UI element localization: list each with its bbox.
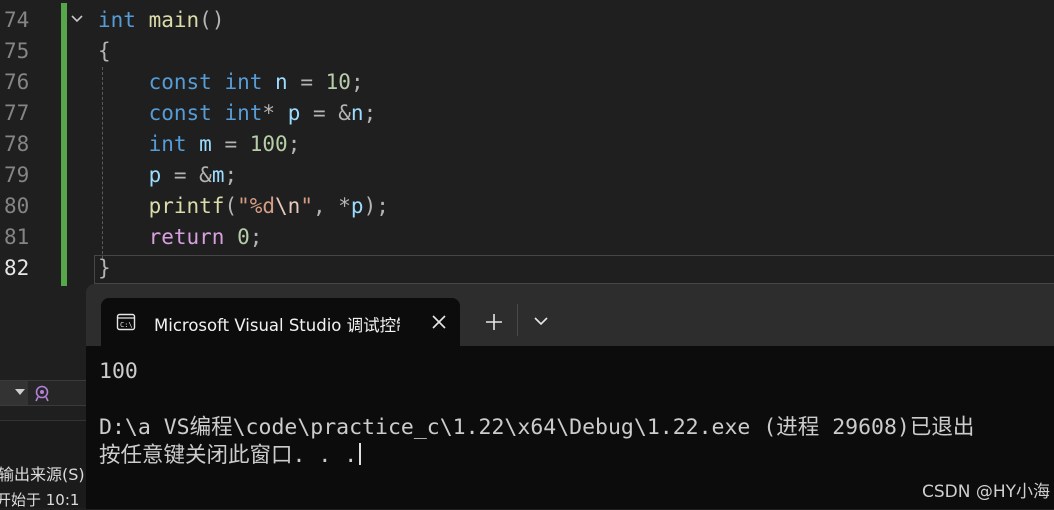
code-token: const bbox=[148, 101, 212, 125]
code-token: int bbox=[224, 70, 263, 94]
collapse-chevron-icon[interactable] bbox=[70, 12, 84, 26]
code-token: ; bbox=[249, 225, 263, 249]
code-editor[interactable]: 74 75 76 77 78 79 80 81 82 int main() { const int… bbox=[0, 0, 1054, 290]
current-line-highlight bbox=[94, 255, 1054, 284]
code-token: 100 bbox=[249, 132, 288, 156]
line-number: 78 bbox=[4, 132, 30, 156]
code-line: const int* p = &n; bbox=[98, 98, 377, 129]
code-token: m bbox=[211, 163, 225, 187]
code-line: const int n = 10; bbox=[98, 67, 364, 98]
output-source-label: 输出来源(S): bbox=[0, 465, 91, 484]
code-token: n bbox=[350, 101, 364, 125]
code-token: p bbox=[350, 194, 364, 218]
code-token: " bbox=[300, 194, 313, 218]
code-token: ; bbox=[363, 101, 377, 125]
code-token: ( bbox=[224, 194, 238, 218]
tab-separator bbox=[517, 304, 518, 336]
text-cursor bbox=[359, 443, 362, 465]
code-token: p bbox=[287, 101, 301, 125]
code-token: ; bbox=[350, 70, 364, 94]
code-token: printf bbox=[148, 194, 225, 218]
code-token: int bbox=[148, 132, 187, 156]
new-tab-plus-icon[interactable] bbox=[480, 308, 508, 336]
code-token: } bbox=[98, 256, 111, 280]
code-line: printf("%d\n", *p); bbox=[98, 191, 389, 222]
program-output: 100 bbox=[99, 359, 138, 384]
code-token: int bbox=[224, 101, 263, 125]
code-token: p bbox=[148, 163, 162, 187]
line-number: 76 bbox=[4, 70, 30, 94]
code-token: n bbox=[275, 70, 288, 94]
terminal-icon: C:\ bbox=[116, 312, 136, 332]
code-line: int main() bbox=[98, 5, 224, 36]
debug-console-window[interactable]: C:\ Microsoft Visual Studio 调试控制台 100 D:… bbox=[86, 284, 1054, 509]
code-token: = bbox=[211, 132, 250, 156]
output-content: 输出来源(S): 开始于 10:1 bbox=[0, 420, 91, 509]
code-token: ; bbox=[224, 163, 238, 187]
find-message-icon[interactable] bbox=[34, 384, 52, 402]
code-token: 10 bbox=[325, 70, 351, 94]
code-token: , * bbox=[312, 194, 351, 218]
line-number: 74 bbox=[4, 8, 30, 32]
code-token: () bbox=[199, 8, 225, 32]
code-token: const bbox=[148, 70, 212, 94]
svg-text:C:\: C:\ bbox=[120, 321, 133, 329]
terminal-tab-bar: C:\ Microsoft Visual Studio 调试控制台 bbox=[86, 284, 1054, 346]
code-token: \n bbox=[275, 194, 301, 218]
line-number: 75 bbox=[4, 39, 30, 63]
code-token: int bbox=[98, 8, 136, 32]
code-token: ); bbox=[363, 194, 389, 218]
tab-dropdown-chevron-icon[interactable] bbox=[530, 310, 552, 332]
line-number: 77 bbox=[4, 101, 30, 125]
output-panel: 输出来源(S): 开始于 10:1 bbox=[0, 290, 91, 509]
code-token: { bbox=[98, 39, 111, 63]
code-token: main bbox=[148, 8, 200, 32]
line-number: 82 bbox=[4, 256, 30, 280]
close-tab-icon[interactable] bbox=[428, 311, 450, 333]
code-line: int m = 100; bbox=[98, 129, 301, 160]
close-prompt: 按任意键关闭此窗口. . . bbox=[99, 442, 362, 470]
code-token: ; bbox=[287, 132, 301, 156]
line-number: 79 bbox=[4, 163, 30, 187]
dropdown-arrow-icon bbox=[15, 389, 25, 395]
code-token: = & bbox=[300, 101, 351, 125]
code-token: m bbox=[199, 132, 212, 156]
code-token: = & bbox=[161, 163, 212, 187]
code-token: = bbox=[287, 70, 326, 94]
code-token: 0 bbox=[237, 225, 250, 249]
code-token: "%d bbox=[237, 194, 276, 218]
code-token: return bbox=[148, 225, 225, 249]
output-toolbar bbox=[0, 380, 88, 406]
tab-title: Microsoft Visual Studio 调试控制台 bbox=[154, 316, 400, 334]
line-number: 80 bbox=[4, 194, 30, 218]
code-line: { bbox=[98, 36, 111, 67]
code-line: return 0; bbox=[98, 222, 263, 253]
console-tab[interactable]: C:\ Microsoft Visual Studio 调试控制台 bbox=[101, 298, 460, 346]
code-line: p = &m; bbox=[98, 160, 238, 191]
close-prompt-text: 按任意键关闭此窗口. . . bbox=[99, 443, 358, 468]
change-indicator-bar bbox=[61, 3, 67, 286]
code-token: * bbox=[262, 101, 288, 125]
exit-message: D:\a VS编程\code\practice_c\1.22\x64\Debug… bbox=[99, 415, 975, 440]
watermark: CSDN @HY小海 bbox=[921, 482, 1050, 502]
code-line: } bbox=[98, 253, 111, 284]
line-number: 81 bbox=[4, 225, 30, 249]
output-source-dropdown[interactable] bbox=[0, 381, 28, 405]
